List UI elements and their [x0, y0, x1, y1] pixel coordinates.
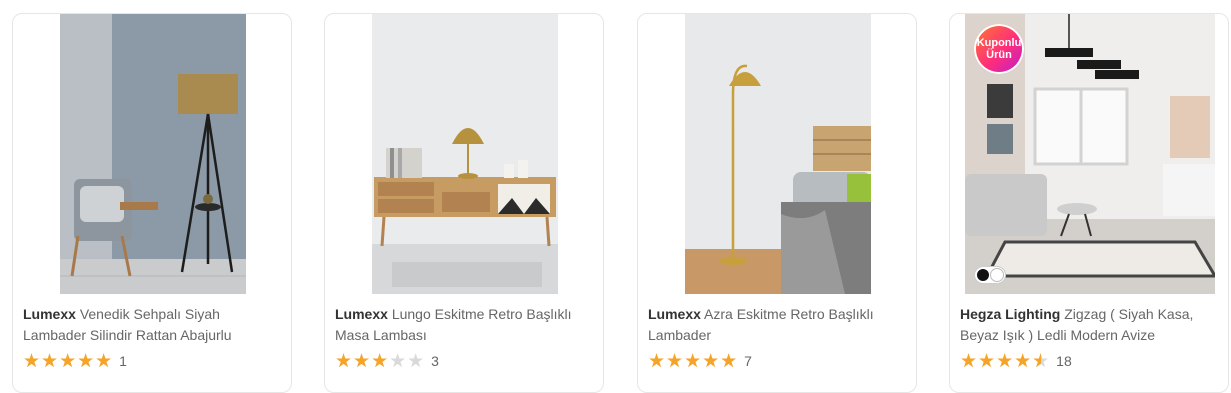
star-rating-icon: ★★★★★★★★★★: [960, 350, 1051, 372]
product-image[interactable]: Kuponlu Ürün: [965, 14, 1215, 294]
product-rating: ★★★★★★★★★★ 3: [335, 351, 439, 371]
product-title[interactable]: Hegza Lighting Zigzag ( Siyah Kasa, Beya…: [960, 304, 1222, 346]
product-image[interactable]: [372, 14, 558, 294]
product-brand: Lumexx: [23, 306, 76, 322]
product-card[interactable]: Lumexx Lungo Eskitme Retro Başlıklı Masa…: [324, 13, 604, 393]
review-count: 7: [744, 353, 752, 369]
product-rating: ★★★★★ ★★★★★ 7: [648, 351, 752, 371]
product-card[interactable]: Lumexx Azra Eskitme Retro Başlıklı Lamba…: [637, 13, 917, 393]
product-brand: Lumexx: [335, 306, 388, 322]
color-option-white[interactable]: [991, 269, 1003, 281]
star-rating-icon: ★★★★★★★★★★: [335, 350, 426, 372]
coupon-badge: Kuponlu Ürün: [974, 24, 1024, 74]
color-option-black[interactable]: [977, 269, 989, 281]
product-rating: ★★★★★ ★★★★★ 1: [23, 351, 127, 371]
product-brand: Hegza Lighting: [960, 306, 1061, 322]
review-count: 3: [431, 353, 439, 369]
star-rating-icon: ★★★★★★★★★★: [23, 350, 114, 372]
product-card[interactable]: Kuponlu Ürün Hegza Lighting Zigzag ( Siy…: [949, 13, 1229, 393]
product-image[interactable]: [685, 14, 871, 294]
product-title[interactable]: Lumexx Lungo Eskitme Retro Başlıklı Masa…: [335, 304, 597, 346]
product-card[interactable]: Lumexx Venedik Sehpalı Siyah Lambader Si…: [12, 13, 292, 393]
product-grid: Lumexx Venedik Sehpalı Siyah Lambader Si…: [0, 0, 1231, 393]
product-brand: Lumexx: [648, 306, 701, 322]
review-count: 1: [119, 353, 127, 369]
coupon-badge-line1: Kuponlu: [976, 37, 1022, 49]
product-title[interactable]: Lumexx Venedik Sehpalı Siyah Lambader Si…: [23, 304, 285, 346]
color-swatch-toggle[interactable]: [975, 267, 1005, 283]
product-title[interactable]: Lumexx Azra Eskitme Retro Başlıklı Lamba…: [648, 304, 910, 346]
product-rating: ★★★★★★★★★★ 18: [960, 351, 1072, 371]
coupon-badge-line2: Ürün: [986, 49, 1012, 61]
review-count: 18: [1056, 353, 1072, 369]
product-image[interactable]: [60, 14, 246, 294]
star-rating-icon: ★★★★★★★★★★: [648, 350, 739, 372]
